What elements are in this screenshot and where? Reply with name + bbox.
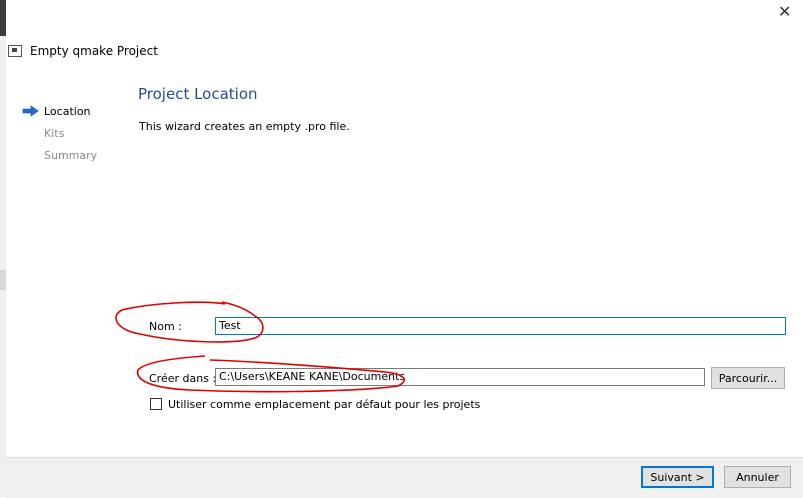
step-location: Location	[22, 100, 97, 122]
step-label: Location	[44, 104, 91, 118]
name-input[interactable]: Test	[215, 317, 786, 335]
location-input[interactable]: C:\Users\KEANE KANE\Documents	[215, 368, 705, 386]
default-location-checkbox[interactable]	[150, 398, 162, 410]
browse-button[interactable]: Parcourir...	[711, 367, 785, 389]
step-kits: Kits	[22, 122, 97, 144]
cancel-button[interactable]: Annuler	[724, 466, 791, 488]
background-window-edge	[0, 0, 6, 497]
arrow-right-icon	[22, 105, 39, 117]
page-title: Project Location	[138, 85, 258, 103]
step-label: Summary	[44, 148, 98, 162]
qt-window-icon	[8, 45, 22, 57]
window-titlebar: Empty qmake Project	[8, 40, 158, 62]
wizard-steps: Location Kits Summary	[22, 100, 97, 166]
background-segment	[0, 0, 6, 36]
create-in-label: Créer dans :	[149, 372, 217, 385]
red-annotation-overlay	[115, 301, 405, 393]
step-summary: Summary	[22, 144, 97, 166]
default-location-label[interactable]: Utiliser comme emplacement par défaut po…	[168, 398, 480, 411]
next-button[interactable]: Suivant >	[641, 466, 714, 488]
step-label: Kits	[44, 126, 65, 140]
close-icon[interactable]: ✕	[778, 4, 791, 20]
background-segment	[0, 270, 6, 290]
window-title: Empty qmake Project	[30, 44, 158, 58]
page-subtitle: This wizard creates an empty .pro file.	[139, 120, 350, 133]
name-label: Nom :	[149, 320, 182, 333]
